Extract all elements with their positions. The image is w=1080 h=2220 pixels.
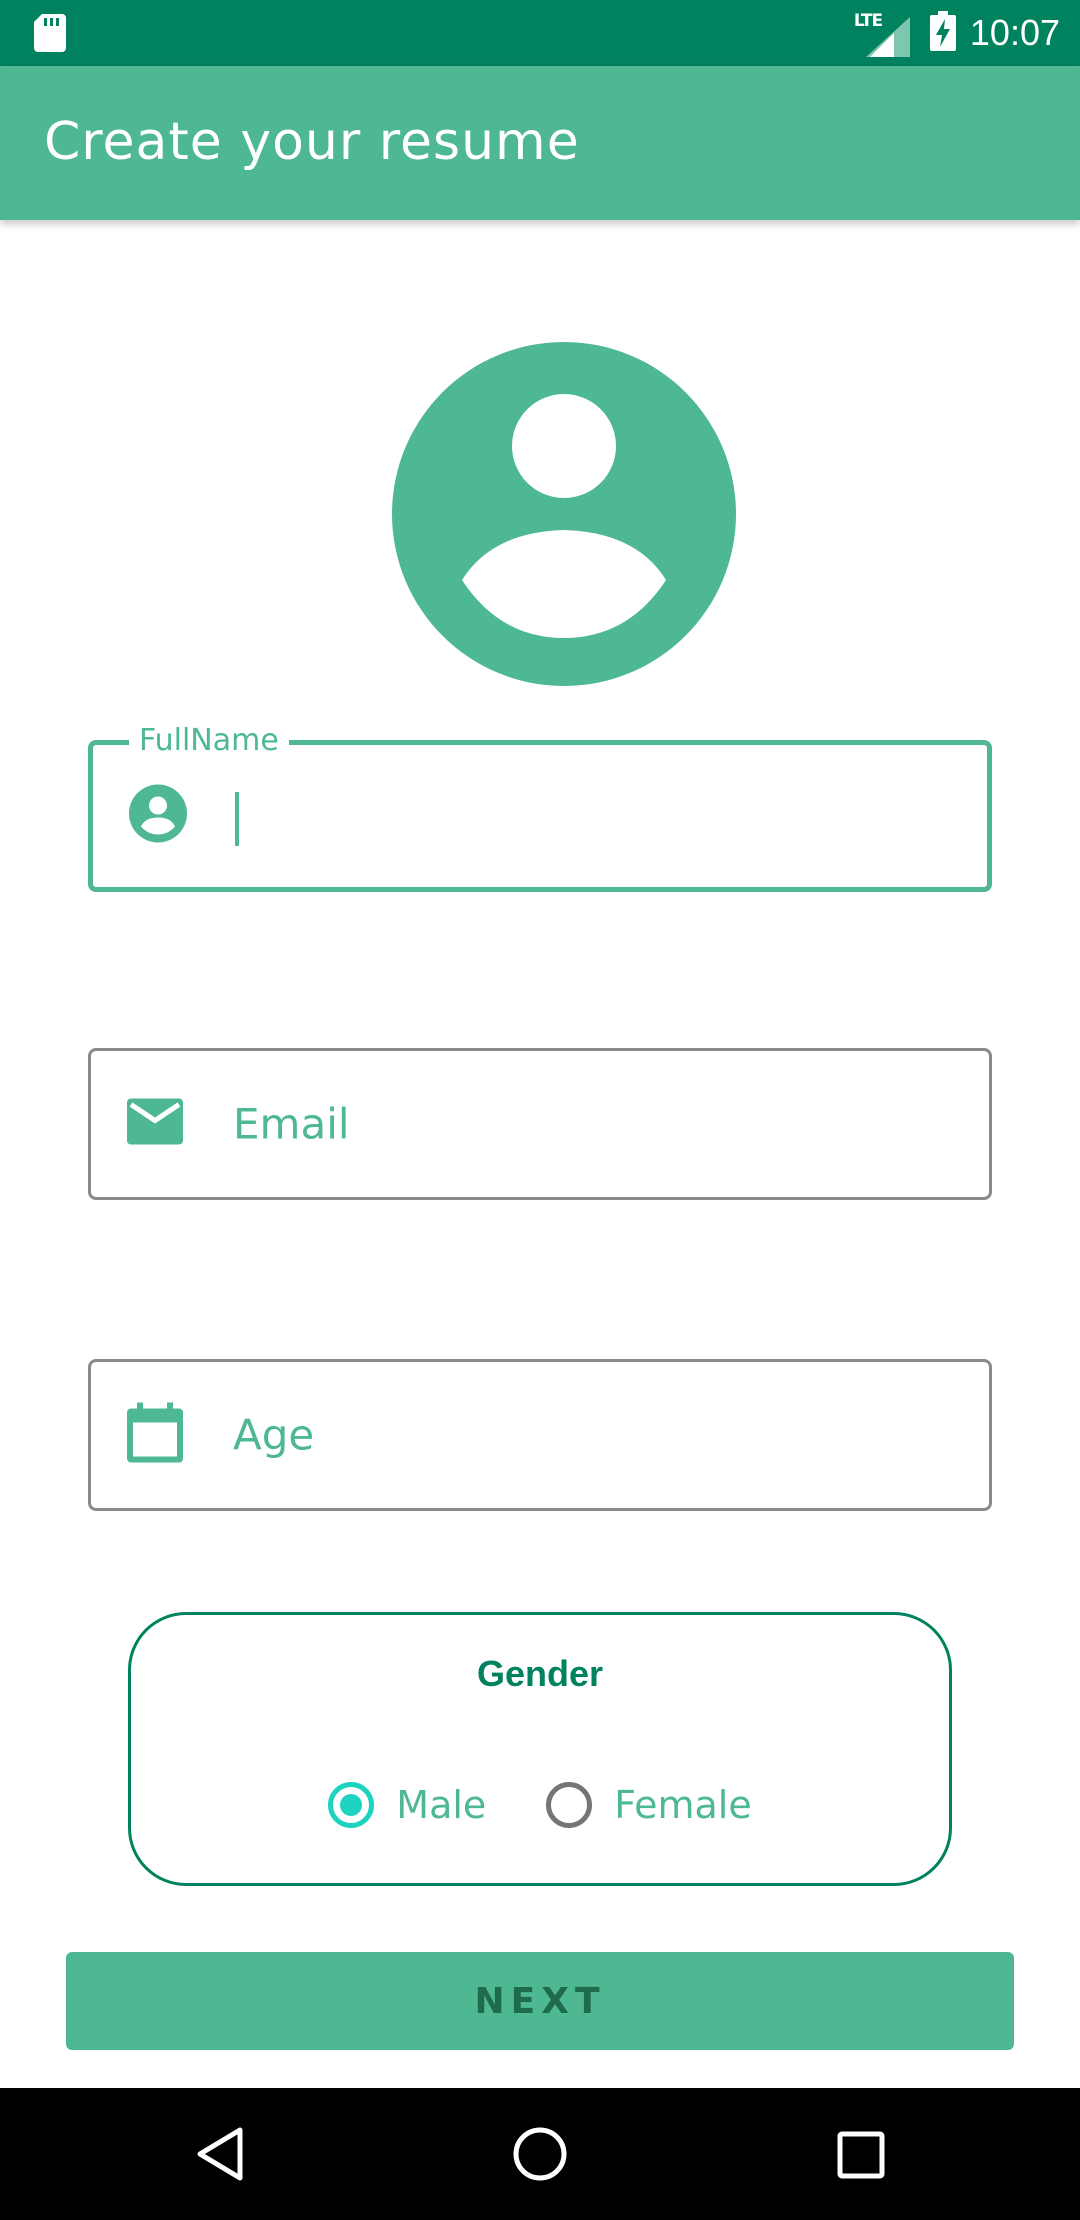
home-icon[interactable]: [510, 2124, 570, 2184]
radio-female[interactable]: Female: [546, 1782, 752, 1828]
account-icon: [129, 784, 187, 848]
battery-charging-icon: [929, 10, 956, 56]
email-placeholder: Email: [233, 1099, 350, 1149]
age-field[interactable]: Age: [88, 1359, 992, 1511]
radio-checked-icon[interactable]: [328, 1782, 375, 1828]
gender-radio-group: Male Female: [131, 1775, 949, 1835]
back-icon[interactable]: [192, 2124, 252, 2184]
next-button[interactable]: NEXT: [66, 1952, 1014, 2050]
signal-icon: LTE: [854, 11, 910, 57]
age-placeholder: Age: [233, 1410, 315, 1460]
full-name-input[interactable]: [233, 769, 957, 867]
calendar-icon: [127, 1402, 183, 1468]
email-field[interactable]: Email: [88, 1048, 992, 1200]
page-title: Create your resume: [44, 112, 580, 172]
status-bar: LTE 10:07: [0, 0, 1080, 66]
gender-group: Gender Male Female: [128, 1612, 952, 1886]
gender-title: Gender: [476, 1653, 604, 1694]
radio-male[interactable]: Male: [328, 1782, 486, 1828]
recents-icon[interactable]: [830, 2124, 890, 2184]
navigation-bar: [0, 2088, 1080, 2220]
account-circle-icon[interactable]: [392, 342, 736, 686]
clock: 10:07: [969, 12, 1060, 53]
radio-unchecked-icon[interactable]: [546, 1782, 593, 1828]
radio-male-label[interactable]: Male: [396, 1783, 486, 1827]
full-name-label: FullName: [129, 723, 289, 758]
sd-card-icon: [34, 14, 66, 57]
radio-female-label[interactable]: Female: [614, 1783, 751, 1827]
full-name-field[interactable]: FullName: [88, 723, 992, 892]
app-bar: Create your resume: [0, 66, 1080, 220]
text-cursor: [235, 792, 239, 846]
email-icon: [127, 1098, 183, 1150]
